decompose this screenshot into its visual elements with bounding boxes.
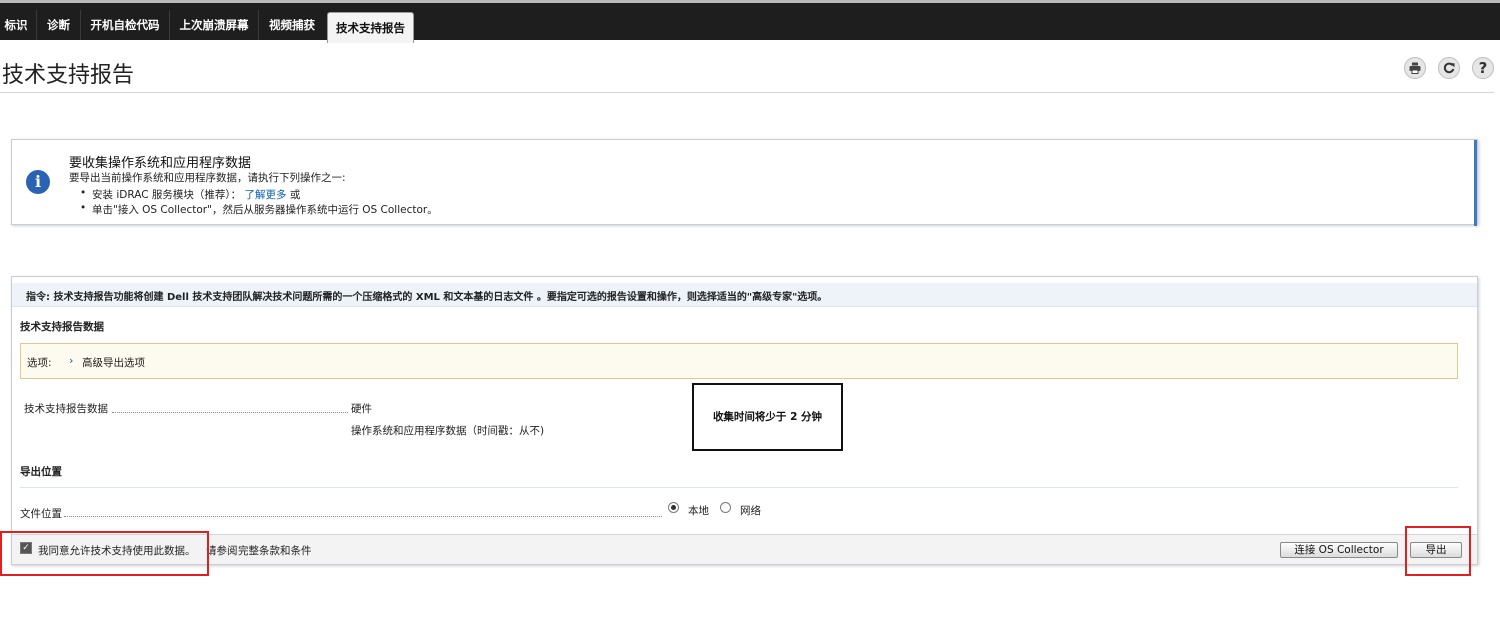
tab-video-capture[interactable]: 视频捕获 xyxy=(258,10,325,40)
refresh-icon xyxy=(1443,62,1455,74)
see-text: 请参阅 xyxy=(206,545,238,557)
info-subtitle: 要导出当前操作系统和应用程序数据，请执行下列操作之一: xyxy=(69,172,346,184)
info-item1-text: 安装 iDRAC 服务模块（推荐）： xyxy=(92,189,242,201)
top-tab-bar: 标识 诊断 开机自检代码 上次崩溃屏幕 视频捕获 技术支持报告 xyxy=(0,0,1500,43)
options-label: 选项: xyxy=(27,357,52,369)
tab-tech-support-report[interactable]: 技术支持报告 xyxy=(327,12,414,43)
tab-diagnostics[interactable]: 诊断 xyxy=(36,10,80,40)
export-location-title: 导出位置 xyxy=(20,466,62,478)
info-title: 要收集操作系统和应用程序数据 xyxy=(69,156,252,171)
options-bar: 选项: › 高级导出选项 xyxy=(20,343,1458,379)
radio-local[interactable] xyxy=(668,502,679,513)
refresh-button[interactable] xyxy=(1438,57,1460,79)
info-panel: i 要收集操作系统和应用程序数据 要导出当前操作系统和应用程序数据，请执行下列操… xyxy=(11,139,1478,226)
radio-local-label: 本地 xyxy=(688,505,709,517)
info-accent-bar xyxy=(1474,140,1477,226)
radio-network-label: 网络 xyxy=(740,505,761,517)
help-icon: ? xyxy=(1478,59,1488,77)
printer-icon xyxy=(1409,62,1421,74)
chevron-right-icon: › xyxy=(69,354,74,367)
page-title: 技术支持报告 xyxy=(2,63,135,88)
report-data-section-title: 技术支持报告数据 xyxy=(20,321,104,333)
terms-link[interactable]: 完整条款和条件 xyxy=(238,543,312,558)
learn-more-link[interactable]: 了解更多 xyxy=(244,189,286,201)
instruction-bar: 指令: 技术支持报告功能将创建 Dell 技术支持团队解决技术问题所需的一个压缩… xyxy=(12,283,1477,307)
info-item-install-ism: 安装 iDRAC 服务模块（推荐）： 了解更多 或 xyxy=(80,187,301,202)
os-app-data-item: 操作系统和应用程序数据（时间戳：从不) xyxy=(351,425,545,437)
dotted-leader xyxy=(112,411,348,413)
connect-os-collector-button[interactable]: 连接 OS Collector xyxy=(1280,542,1398,558)
info-item1-suffix: 或 xyxy=(289,189,301,201)
collect-time-box: 收集时间将少于 2 分钟 xyxy=(692,383,843,451)
tab-last-crash-screen[interactable]: 上次崩溃屏幕 xyxy=(169,10,258,40)
advanced-export-options-link[interactable]: 高级导出选项 xyxy=(82,355,145,370)
highlight-agree-box xyxy=(0,531,209,576)
hardware-item: 硬件 xyxy=(351,403,372,415)
radio-network[interactable] xyxy=(720,502,731,513)
info-icon: i xyxy=(26,170,50,194)
report-data-label: 技术支持报告数据 xyxy=(24,403,108,415)
tab-identification[interactable]: 标识 xyxy=(0,10,32,40)
file-location-label: 文件位置 xyxy=(20,508,62,520)
tab-post-code[interactable]: 开机自检代码 xyxy=(80,10,169,40)
dotted-leader xyxy=(64,515,662,517)
help-button[interactable]: ? xyxy=(1472,57,1494,79)
header-divider xyxy=(0,92,1494,93)
instruction-text: 指令: 技术支持报告功能将创建 Dell 技术支持团队解决技术问题所需的一个压缩… xyxy=(26,292,828,303)
report-panel: 指令: 技术支持报告功能将创建 Dell 技术支持团队解决技术问题所需的一个压缩… xyxy=(11,276,1478,565)
footer-bar: ✓ 我同意允许技术支持使用此数据。 请参阅 完整条款和条件 连接 OS Coll… xyxy=(12,534,1477,564)
print-button[interactable] xyxy=(1404,57,1426,79)
highlight-export-box xyxy=(1405,526,1471,576)
info-item-connect-collector: 单击"接入 OS Collector"，然后从服务器操作系统中运行 OS Col… xyxy=(80,202,438,217)
section-divider xyxy=(20,487,1458,488)
